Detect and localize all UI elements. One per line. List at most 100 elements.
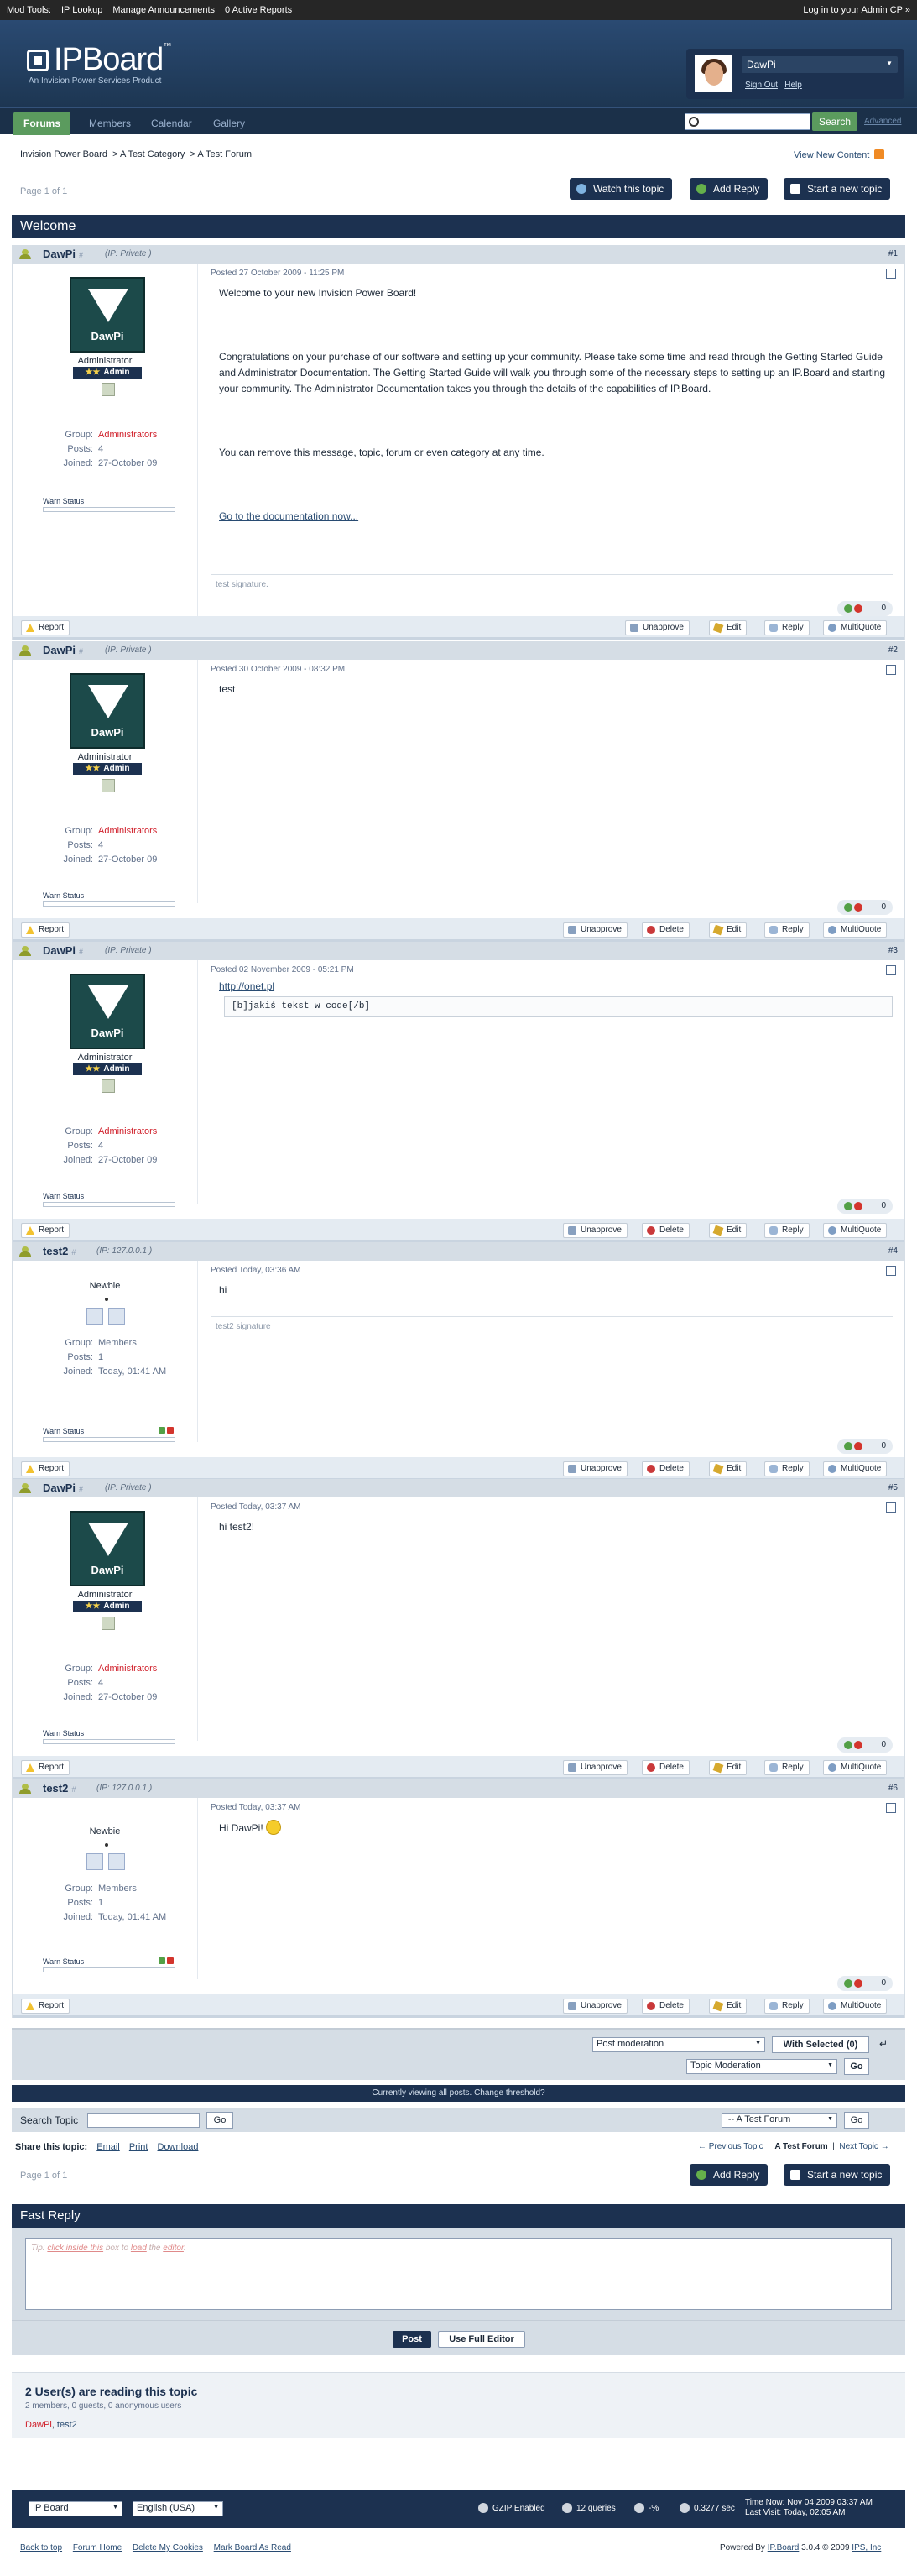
multiquote-button[interactable]: MultiQuote	[823, 1223, 888, 1238]
rss-icon[interactable]	[874, 149, 885, 159]
rep-up-icon[interactable]	[844, 1202, 852, 1210]
forum-jump-select[interactable]: |-- A Test Forum	[722, 2113, 837, 2128]
add-reply-button-bottom[interactable]: Add Reply	[690, 2164, 769, 2186]
view-new-content-link[interactable]: View New Content	[794, 150, 869, 160]
active-reports-link[interactable]: 0 Active Reports	[225, 5, 292, 15]
user-avatar[interactable]	[695, 55, 732, 92]
next-topic-link[interactable]: Next Topic →	[839, 2142, 888, 2151]
profile-photo-icon[interactable]	[102, 383, 115, 396]
rep-up-icon[interactable]	[844, 1442, 852, 1450]
rep-down-icon[interactable]	[854, 604, 862, 613]
multiquote-button[interactable]: MultiQuote	[823, 922, 888, 938]
fast-reply-textarea[interactable]: Tip: click inside this box to load the e…	[25, 2238, 892, 2310]
rep-up-icon[interactable]	[844, 1741, 852, 1749]
multiquote-button[interactable]: MultiQuote	[823, 1999, 888, 2014]
post-author-link[interactable]: DawPi #	[43, 644, 83, 656]
edit-button[interactable]: Edit	[709, 1461, 748, 1476]
profile-card-icon[interactable]	[86, 1853, 103, 1870]
topic-moderation-go-button[interactable]: Go	[844, 2058, 869, 2075]
mark-board-read-link[interactable]: Mark Board As Read	[214, 2543, 291, 2552]
unapprove-button[interactable]: Unapprove	[563, 1760, 628, 1775]
post-number-link[interactable]: #3	[888, 946, 898, 955]
rep-down-icon[interactable]	[854, 1202, 862, 1210]
edit-button[interactable]: Edit	[709, 922, 748, 938]
post-select-checkbox[interactable]	[886, 1502, 896, 1513]
multiquote-button[interactable]: MultiQuote	[823, 620, 888, 635]
tab-members[interactable]: Members	[79, 112, 141, 135]
sign-out-link[interactable]: Sign Out	[745, 81, 778, 90]
breadcrumb-item-forum[interactable]: A Test Forum	[197, 149, 252, 159]
warn-decrease-icon[interactable]	[159, 1957, 165, 1964]
add-reply-button[interactable]: Add Reply	[690, 178, 769, 200]
rep-up-icon[interactable]	[844, 1979, 852, 1988]
multiquote-button[interactable]: MultiQuote	[823, 1760, 888, 1775]
post-number-link[interactable]: #5	[888, 1483, 898, 1492]
full-editor-button[interactable]: Use Full Editor	[438, 2331, 525, 2348]
warn-decrease-icon[interactable]	[159, 1427, 165, 1434]
rep-down-icon[interactable]	[854, 1979, 862, 1988]
search-topic-input[interactable]	[87, 2113, 200, 2128]
share-email-link[interactable]: Email	[96, 2142, 120, 2152]
report-button[interactable]: Report	[21, 620, 70, 635]
back-to-top-link[interactable]: Back to top	[20, 2543, 62, 2552]
documentation-link[interactable]: Go to the documentation now...	[219, 510, 358, 522]
send-message-icon[interactable]	[108, 1853, 125, 1870]
reply-button[interactable]: Reply	[764, 1760, 810, 1775]
report-button[interactable]: Report	[21, 1223, 70, 1238]
rep-up-icon[interactable]	[844, 604, 852, 613]
search-topic-go-button[interactable]: Go	[206, 2112, 233, 2129]
post-moderation-select[interactable]: Post moderation	[592, 2037, 765, 2052]
delete-cookies-link[interactable]: Delete My Cookies	[133, 2543, 203, 2552]
delete-button[interactable]: Delete	[642, 1999, 690, 2014]
onet-link[interactable]: http://onet.pl	[219, 980, 274, 992]
tab-forums[interactable]: Forums	[13, 112, 71, 135]
post-select-checkbox[interactable]	[886, 665, 896, 675]
edit-button[interactable]: Edit	[709, 1223, 748, 1238]
help-link[interactable]: Help	[784, 81, 802, 90]
post-author-link[interactable]: test2 #	[43, 1782, 76, 1795]
multiquote-button[interactable]: MultiQuote	[823, 1461, 888, 1476]
edit-button[interactable]: Edit	[709, 1760, 748, 1775]
search-button[interactable]: Search	[812, 112, 857, 131]
delete-button[interactable]: Delete	[642, 1760, 690, 1775]
post-button[interactable]: Post	[393, 2331, 431, 2348]
ip-lookup-link[interactable]: IP Lookup	[61, 5, 102, 15]
skin-select[interactable]: IP Board	[29, 2501, 122, 2516]
profile-photo-icon[interactable]	[102, 779, 115, 792]
share-print-link[interactable]: Print	[129, 2142, 148, 2152]
user-menu-dropdown[interactable]: DawPi	[742, 56, 898, 73]
delete-button[interactable]: Delete	[642, 1223, 690, 1238]
share-download-link[interactable]: Download	[158, 2142, 199, 2152]
reader-dawpi-link[interactable]: DawPi	[25, 2420, 52, 2430]
reply-button[interactable]: Reply	[764, 1999, 810, 2014]
tab-calendar[interactable]: Calendar	[141, 112, 202, 135]
post-select-checkbox[interactable]	[886, 965, 896, 975]
unapprove-button[interactable]: Unapprove	[563, 1461, 628, 1476]
post-number-link[interactable]: #2	[888, 645, 898, 655]
post-author-link[interactable]: test2 #	[43, 1245, 76, 1257]
edit-button[interactable]: Edit	[709, 1999, 748, 2014]
new-topic-button[interactable]: Start a new topic	[784, 178, 891, 200]
unapprove-button[interactable]: Unapprove	[563, 1223, 628, 1238]
forum-jump-go-button[interactable]: Go	[844, 2112, 869, 2129]
post-number-link[interactable]: #1	[888, 249, 898, 259]
search-input[interactable]	[685, 113, 810, 130]
ipboard-link[interactable]: IP.Board	[768, 2543, 800, 2552]
send-message-icon[interactable]	[108, 1308, 125, 1325]
post-select-checkbox[interactable]	[886, 1266, 896, 1276]
reader-test2-link[interactable]: test2	[57, 2420, 77, 2430]
author-avatar[interactable]: DawPi	[70, 673, 145, 749]
delete-button[interactable]: Delete	[642, 922, 690, 938]
unapprove-button[interactable]: Unapprove	[563, 922, 628, 938]
profile-photo-icon[interactable]	[102, 1079, 115, 1093]
author-avatar[interactable]: DawPi	[70, 974, 145, 1049]
unapprove-button[interactable]: Unapprove	[563, 1999, 628, 2014]
post-select-checkbox[interactable]	[886, 269, 896, 279]
watch-topic-button[interactable]: Watch this topic	[570, 178, 673, 200]
advanced-search-link[interactable]: Advanced	[864, 117, 901, 126]
topic-moderation-select[interactable]: Topic Moderation	[686, 2059, 837, 2074]
profile-card-icon[interactable]	[86, 1308, 103, 1325]
rep-down-icon[interactable]	[854, 1741, 862, 1749]
reply-button[interactable]: Reply	[764, 1223, 810, 1238]
rep-down-icon[interactable]	[854, 1442, 862, 1450]
